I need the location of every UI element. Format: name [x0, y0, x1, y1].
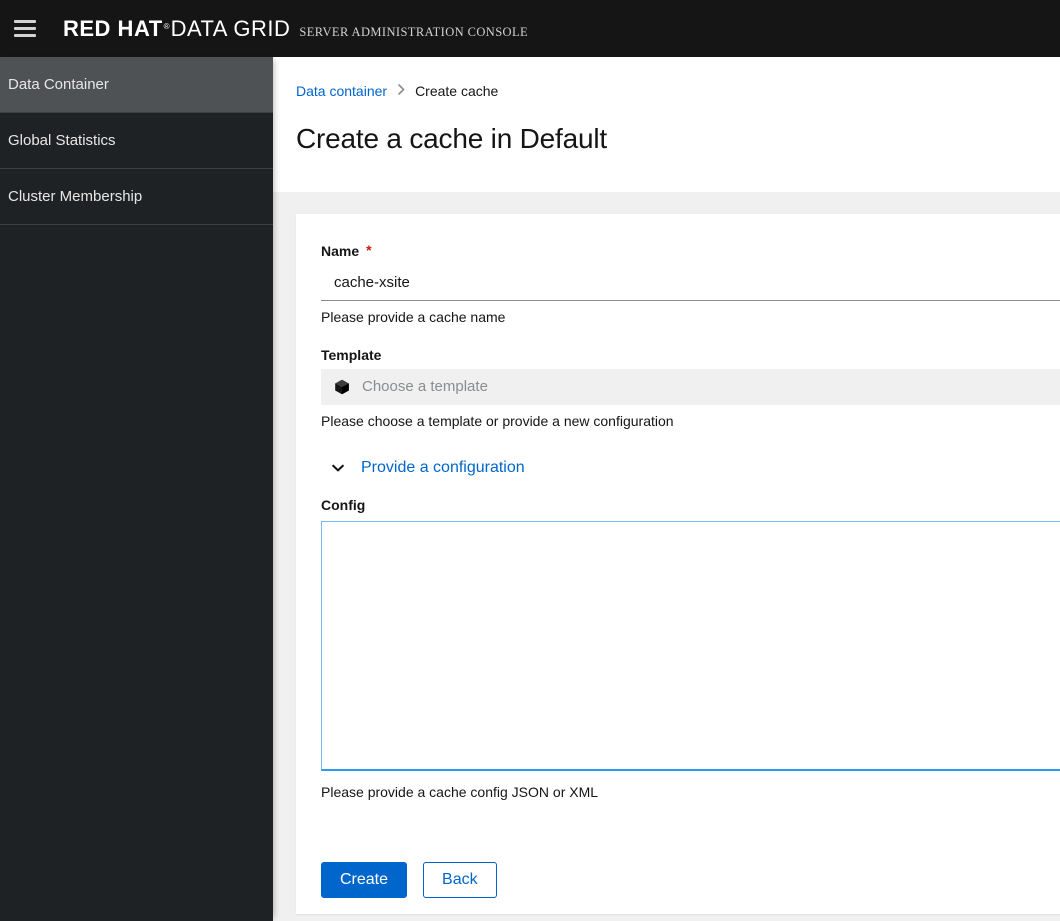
- brand-primary-text: RED HAT: [63, 15, 163, 41]
- template-placeholder-text: Choose a template: [362, 378, 488, 395]
- template-label-text: Template: [321, 347, 382, 363]
- config-textarea[interactable]: [321, 521, 1060, 771]
- name-label: Name *: [321, 243, 1060, 259]
- provide-configuration-label: Provide a configuration: [361, 459, 525, 476]
- create-cache-card: Name * Please provide a cache name Templ…: [296, 214, 1060, 914]
- template-select[interactable]: Choose a template: [321, 369, 1060, 405]
- sidebar-item-label: Data Container: [8, 76, 109, 93]
- breadcrumb: Data container Create cache: [296, 83, 1060, 99]
- brand-secondary-text: DATA GRID: [170, 15, 291, 41]
- chevron-right-icon: [397, 84, 406, 98]
- page-section: Name * Please provide a cache name Templ…: [273, 192, 1060, 914]
- sidebar-nav: Data Container Global Statistics Cluster…: [0, 57, 273, 921]
- main-content: Data container Create cache Create a cac…: [273, 57, 1060, 921]
- config-form-group: Config Please provide a cache config JSO…: [321, 497, 1060, 800]
- breadcrumb-link-data-container[interactable]: Data container: [296, 83, 387, 99]
- application-window: RED HAT ® DATA GRID SERVER ADMINISTRATIO…: [0, 0, 1060, 921]
- name-label-text: Name: [321, 243, 360, 259]
- config-label: Config: [321, 497, 366, 513]
- template-helper-text: Please choose a template or provide a ne…: [321, 413, 674, 429]
- page-header: Data container Create cache Create a cac…: [273, 57, 1060, 192]
- template-label: Template: [321, 347, 1060, 363]
- name-form-group: Name * Please provide a cache name: [321, 243, 1060, 325]
- back-button[interactable]: Back: [423, 862, 497, 899]
- config-helper-text: Please provide a cache config JSON or XM…: [321, 784, 599, 800]
- page-title: Create a cache in Default: [296, 123, 607, 154]
- hamburger-bar: [14, 20, 36, 23]
- sidebar-item-data-container[interactable]: Data Container: [0, 57, 273, 113]
- cube-icon: [334, 379, 350, 395]
- cache-name-input[interactable]: [321, 265, 1060, 301]
- form-actions: Create Back: [321, 862, 1060, 899]
- sidebar-item-label: Global Statistics: [8, 132, 116, 149]
- masthead: RED HAT ® DATA GRID SERVER ADMINISTRATIO…: [0, 0, 1060, 57]
- brand-subtitle: SERVER ADMINISTRATION CONSOLE: [299, 24, 529, 39]
- sidebar-item-global-statistics[interactable]: Global Statistics: [0, 113, 273, 169]
- sidebar-item-cluster-membership[interactable]: Cluster Membership: [0, 169, 273, 225]
- chevron-down-icon: [331, 461, 345, 475]
- hamburger-bar: [14, 27, 36, 30]
- brand-logo[interactable]: RED HAT ® DATA GRID SERVER ADMINISTRATIO…: [63, 16, 528, 42]
- required-marker-icon: *: [366, 242, 372, 258]
- name-helper-text: Please provide a cache name: [321, 309, 506, 325]
- breadcrumb-current-create-cache: Create cache: [415, 83, 499, 99]
- hamburger-bar: [14, 34, 36, 37]
- provide-configuration-toggle[interactable]: Provide a configuration: [331, 459, 525, 477]
- template-form-group: Template Choose a template Please choose…: [321, 347, 1060, 429]
- sidebar-item-label: Cluster Membership: [8, 188, 143, 205]
- nav-toggle-button[interactable]: [2, 6, 48, 52]
- registered-trademark-icon: ®: [163, 21, 170, 31]
- create-button[interactable]: Create: [321, 862, 408, 899]
